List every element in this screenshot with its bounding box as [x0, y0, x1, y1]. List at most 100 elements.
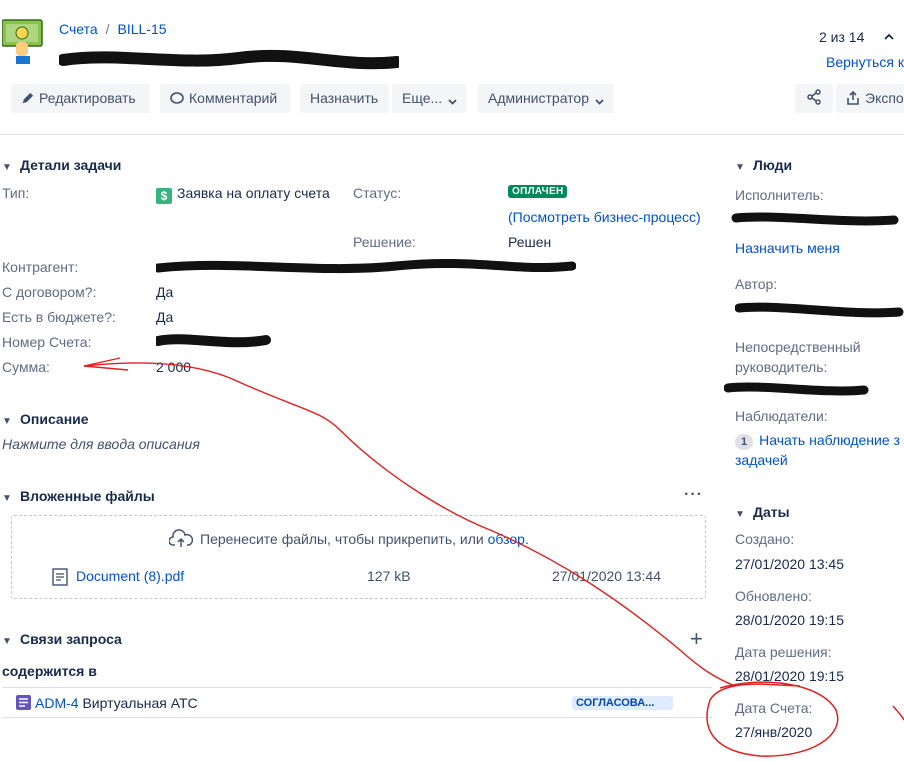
- view-workflow-link[interactable]: (Посмотреть бизнес-процесс): [508, 209, 701, 225]
- watchers-label: Наблюдатели:: [735, 408, 828, 424]
- type-value-text: Заявка на оплату счета: [177, 185, 330, 201]
- export-button-label: Экспо: [865, 90, 904, 106]
- chevron-down-icon: [448, 84, 462, 113]
- linked-issue-key[interactable]: ADM-4: [35, 695, 79, 711]
- description-placeholder[interactable]: Нажмите для ввода описания: [2, 436, 200, 452]
- contract-label: С договором?:: [2, 284, 97, 300]
- assignee-value-redacted: [730, 210, 900, 233]
- budget-label: Есть в бюджете?:: [2, 309, 116, 325]
- linked-issue-row[interactable]: ADM-4 Виртуальная АТС: [35, 695, 198, 711]
- cloud-upload-icon: [168, 529, 194, 552]
- chevron-down-icon: ▼: [2, 162, 12, 173]
- details-section-toggle[interactable]: ▼ Детали задачи: [2, 157, 121, 173]
- resolution-value: Решен: [508, 234, 552, 250]
- issue-pager-count: 2 из 14: [819, 29, 865, 45]
- dates-section-toggle[interactable]: ▼ Даты: [735, 504, 790, 520]
- links-section-toggle[interactable]: ▼ Связи запроса: [2, 631, 122, 647]
- more-options-icon[interactable]: ···: [684, 486, 703, 504]
- start-watching-link-cont[interactable]: задачей: [735, 452, 788, 468]
- dollar-icon: $: [156, 188, 172, 204]
- created-label: Создано:: [735, 531, 795, 547]
- updated-value: 28/01/2020 19:15: [735, 612, 844, 628]
- sum-value: 2 000: [156, 359, 192, 375]
- reporter-value-redacted: [734, 300, 904, 327]
- story-icon: [16, 695, 31, 713]
- export-button[interactable]: Экспо: [836, 84, 904, 113]
- start-watching-row[interactable]: 1 Начать наблюдение з: [735, 432, 900, 450]
- created-value: 27/01/2020 13:45: [735, 556, 844, 572]
- manager-value-redacted: [723, 380, 869, 403]
- admin-dropdown-button[interactable]: Администратор: [478, 84, 614, 113]
- assignee-label: Исполнитель:: [735, 187, 824, 203]
- contract-value: Да: [156, 284, 174, 300]
- more-dropdown-button[interactable]: Еще...: [392, 84, 466, 113]
- breadcrumb-separator: /: [105, 21, 110, 37]
- breadcrumb-project-link[interactable]: Счета: [59, 21, 98, 37]
- reporter-label: Автор:: [735, 276, 778, 292]
- chevron-down-icon: ▼: [735, 509, 745, 520]
- resolution-label: Решение:: [353, 234, 416, 250]
- start-watching-link[interactable]: Начать наблюдение з: [759, 432, 900, 448]
- attachment-file-size: 127 kB: [367, 568, 411, 584]
- manager-label-line1: Непосредственный: [735, 339, 861, 355]
- dates-section-title: Даты: [753, 504, 790, 520]
- manager-label-line2: руководитель:: [735, 359, 828, 375]
- project-avatar-icon[interactable]: [1, 18, 46, 66]
- edit-button[interactable]: Редактировать: [11, 84, 150, 113]
- pencil-icon: [22, 92, 34, 104]
- chevron-down-icon: ▼: [2, 636, 12, 647]
- more-button-label: Еще...: [402, 90, 443, 106]
- attachment-drop-zone[interactable]: [11, 515, 706, 599]
- watchers-count-badge: 1: [735, 434, 754, 450]
- edit-button-label: Редактировать: [39, 90, 136, 106]
- details-section-title: Детали задачи: [20, 157, 122, 173]
- invoice-date-label: Дата Счета:: [735, 700, 813, 716]
- people-section-title: Люди: [753, 157, 793, 173]
- browse-link[interactable]: обзор.: [488, 531, 529, 547]
- share-icon: [807, 89, 821, 105]
- drop-zone-text: Перенесите файлы, чтобы прикрепить, или …: [200, 531, 529, 547]
- resolved-label: Дата решения:: [735, 644, 832, 660]
- attachments-section-title: Вложенные файлы: [20, 488, 155, 504]
- export-icon: [847, 90, 859, 105]
- breadcrumb-issue-key-link[interactable]: BILL-15: [118, 21, 167, 37]
- people-section-toggle[interactable]: ▼ Люди: [735, 157, 792, 173]
- chevron-down-icon: ▼: [2, 493, 12, 504]
- linked-issue-summary: Виртуальная АТС: [82, 695, 198, 711]
- updated-label: Обновлено:: [735, 588, 812, 604]
- header-divider: [0, 134, 904, 135]
- chevron-up-icon[interactable]: [884, 29, 894, 45]
- counterparty-label: Контрагент:: [2, 259, 79, 275]
- invoice-date-value: 27/янв/2020: [735, 724, 813, 740]
- add-link-icon[interactable]: +: [690, 628, 703, 650]
- description-section-toggle[interactable]: ▼ Описание: [2, 411, 89, 427]
- links-section-title: Связи запроса: [20, 631, 122, 647]
- share-button[interactable]: [795, 84, 833, 113]
- sum-label: Сумма:: [2, 359, 50, 375]
- pdf-file-icon: [52, 568, 68, 589]
- comment-button[interactable]: Комментарий: [160, 84, 290, 113]
- attachment-file-date: 27/01/2020 13:44: [552, 568, 661, 584]
- attachment-file-link[interactable]: Document (8).pdf: [76, 568, 184, 584]
- counterparty-value-redacted[interactable]: [153, 256, 577, 281]
- assign-button[interactable]: Назначить: [300, 84, 389, 113]
- breadcrumb: Счета / BILL-15: [59, 21, 167, 37]
- assign-to-me-link[interactable]: Назначить меня: [735, 240, 840, 256]
- status-label: Статус:: [353, 185, 402, 201]
- comment-icon: [170, 92, 184, 104]
- resolved-value: 28/01/2020 19:15: [735, 668, 844, 684]
- drop-zone-instruction: Перенесите файлы, чтобы прикрепить, или: [200, 531, 484, 547]
- attachments-section-toggle[interactable]: ▼ Вложенные файлы: [2, 488, 155, 504]
- status-badge: ОПЛАЧЕН: [508, 185, 568, 198]
- issue-summary-redacted[interactable]: [57, 48, 403, 72]
- budget-value: Да: [156, 309, 174, 325]
- description-section-title: Описание: [20, 411, 89, 427]
- admin-button-label: Администратор: [488, 90, 590, 106]
- link-row-divider: [2, 687, 712, 688]
- invoice-number-redacted: [153, 331, 271, 356]
- link-row-divider: [2, 717, 712, 718]
- link-group-title: содержится в: [2, 663, 97, 679]
- return-to-search-link[interactable]: Вернуться к: [826, 54, 904, 70]
- comment-button-label: Комментарий: [189, 90, 278, 106]
- chevron-down-icon: ▼: [2, 416, 12, 427]
